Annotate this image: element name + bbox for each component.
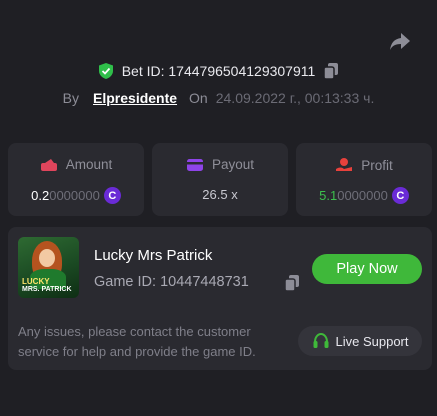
game-card: LUCKY MRS. PATRICK Lucky Mrs Patrick Gam… [8,227,432,370]
bet-id: Bet ID: 1744796504129307911 [121,63,316,79]
profit-icon [336,158,353,171]
profit-value-main: 5.1 [319,188,338,203]
profit-card: Profit 5.1 0000000 C [296,143,432,216]
bet-date: 24.09.2022 г., 00:13:33 ч. [215,90,375,106]
profit-label: Profit [361,157,393,173]
by-label: By [62,90,80,106]
headset-icon [313,332,328,348]
coin-icon: C [391,187,409,204]
shield-check-icon [98,63,113,79]
payout-label: Payout [211,157,255,172]
on-label: On [189,90,208,106]
amount-header: Amount [8,157,144,172]
payout-header: Payout [152,157,288,172]
play-now-button[interactable]: Play Now [312,254,422,284]
copy-icon[interactable] [323,62,339,80]
amount-label: Amount [65,157,113,172]
game-id: Game ID: 10447448731 [94,274,249,290]
game-thumbnail[interactable]: LUCKY MRS. PATRICK [18,237,79,298]
thumb-title-line1: LUCKY [22,277,50,286]
game-title: Lucky Mrs Patrick [94,247,213,264]
bet-id-row: Bet ID: 1744796504129307911 [0,61,437,81]
author-username[interactable]: Elpresidente [93,90,177,106]
profit-value: 5.1 0000000 C [296,187,432,204]
live-support-label: Live Support [335,333,409,349]
author-row: By Elpresidente On 24.09.2022 г., 00:13:… [0,88,437,108]
coin-icon: C [103,187,121,204]
amount-icon [40,158,57,171]
amount-value: 0.2 0000000 C [8,187,144,204]
live-support-button[interactable]: Live Support [298,326,422,356]
profit-header: Profit [296,157,432,173]
amount-card: Amount 0.2 0000000 C [8,143,144,216]
thumb-title-line2: MRS. PATRICK [22,286,72,293]
copy-icon[interactable] [284,274,300,292]
share-icon[interactable] [388,30,412,52]
support-help-text: Any issues, please contact the customer … [18,324,256,359]
payout-card: Payout 26.5 x [152,143,288,216]
payout-value: 26.5 x [202,187,238,202]
amount-value-main: 0.2 [31,188,50,203]
profit-value-dim: 0000000 [337,188,388,203]
amount-value-dim: 0000000 [49,188,100,203]
payout-icon [186,158,203,171]
